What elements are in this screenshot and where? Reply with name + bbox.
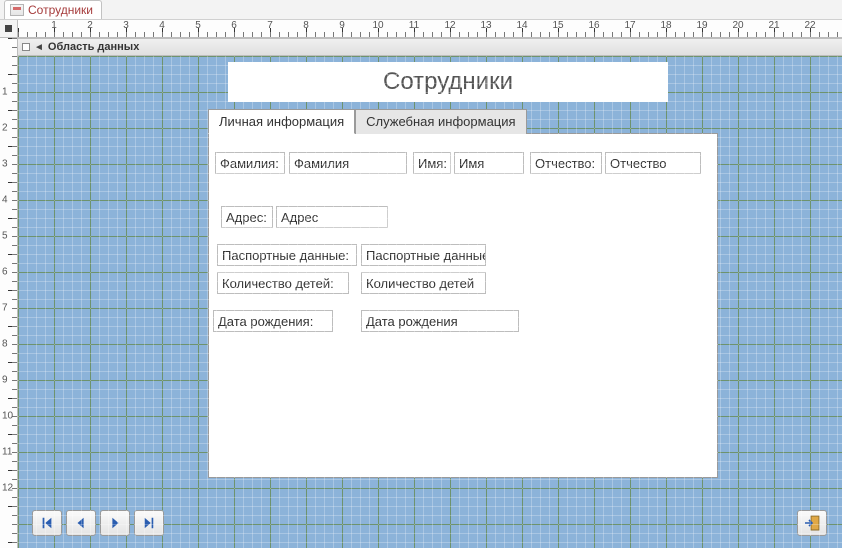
- nav-first-icon: [40, 516, 54, 530]
- window-tabstrip: Сотрудники: [0, 0, 842, 20]
- ruler-h-number: 21: [768, 20, 779, 31]
- label-passport[interactable]: Паспортные данные:: [217, 244, 357, 266]
- ruler-v-number: 9: [2, 375, 8, 386]
- ruler-v-number: 11: [2, 447, 12, 458]
- ruler-h-number: 16: [588, 20, 599, 31]
- nav-next-icon: [108, 516, 122, 530]
- tab-work-info[interactable]: Служебная информация: [355, 109, 526, 134]
- ruler-h-number: 3: [123, 20, 129, 31]
- ruler-h-number: 4: [159, 20, 165, 31]
- field-birthdate[interactable]: Дата рождения: [361, 310, 519, 332]
- design-surface[interactable]: ◄ Область данных Сотрудники Личная инфор…: [18, 38, 842, 548]
- ruler-h-number: 22: [804, 20, 815, 31]
- tab-personal-info[interactable]: Личная информация: [208, 109, 355, 134]
- ruler-h-number: 10: [372, 20, 383, 31]
- ruler-h-number: 13: [480, 20, 491, 31]
- ruler-v-number: 5: [2, 231, 8, 242]
- form-icon: [10, 4, 24, 16]
- label-children-count[interactable]: Количество детей:: [217, 272, 349, 294]
- close-form-button[interactable]: [797, 510, 827, 536]
- field-surname[interactable]: Фамилия: [289, 152, 407, 174]
- nav-first-button[interactable]: [32, 510, 62, 536]
- ruler-h-number: 14: [516, 20, 527, 31]
- close-door-icon: [804, 515, 820, 531]
- section-handle-icon: [22, 43, 30, 51]
- design-view: 12345678910111213141516171819202122 1234…: [0, 20, 842, 548]
- detail-section-label: Область данных: [48, 41, 139, 53]
- nav-prev-icon: [74, 516, 88, 530]
- ruler-v-number: 3: [2, 159, 8, 170]
- detail-section-body[interactable]: Сотрудники Личная информация Служебная и…: [18, 56, 842, 548]
- tab-page-personal[interactable]: Фамилия: Фамилия Имя: Имя Отчество: Отче…: [208, 133, 718, 478]
- ruler-h-number: 15: [552, 20, 563, 31]
- field-address[interactable]: Адрес: [276, 206, 388, 228]
- label-address[interactable]: Адрес:: [221, 206, 273, 228]
- tab-headers: Личная информация Служебная информация: [208, 108, 718, 133]
- ruler-v-number: 8: [2, 339, 8, 350]
- ruler-h-number: 7: [267, 20, 273, 31]
- ruler-v-number: 2: [2, 123, 8, 134]
- ruler-corner-selector[interactable]: [0, 20, 18, 38]
- window-tab-employees[interactable]: Сотрудники: [4, 0, 102, 19]
- section-chevron-icon: ◄: [34, 42, 44, 53]
- ruler-h-number: 20: [732, 20, 743, 31]
- label-surname[interactable]: Фамилия:: [215, 152, 285, 174]
- ruler-v-number: 10: [2, 411, 13, 422]
- ruler-h-number: 18: [660, 20, 671, 31]
- ruler-h-number: 6: [231, 20, 237, 31]
- nav-next-button[interactable]: [100, 510, 130, 536]
- nav-last-button[interactable]: [134, 510, 164, 536]
- tab-control[interactable]: Личная информация Служебная информация Ф…: [208, 108, 718, 478]
- ruler-h-number: 1: [51, 20, 57, 31]
- ruler-h-number: 2: [87, 20, 93, 31]
- field-children-count[interactable]: Количество детей: [361, 272, 486, 294]
- ruler-h-ticks: [18, 20, 842, 37]
- record-nav-panel: [32, 510, 164, 536]
- ruler-h-number: 5: [195, 20, 201, 31]
- ruler-v-ticks: [0, 38, 17, 548]
- field-patronymic[interactable]: Отчество: [605, 152, 701, 174]
- field-name[interactable]: Имя: [454, 152, 524, 174]
- ruler-v-number: 12: [2, 483, 13, 494]
- nav-prev-button[interactable]: [66, 510, 96, 536]
- nav-last-icon: [142, 516, 156, 530]
- ruler-h-number: 17: [624, 20, 635, 31]
- ruler-horizontal[interactable]: 12345678910111213141516171819202122: [18, 20, 842, 38]
- ruler-v-number: 1: [2, 87, 8, 98]
- ruler-v-number: 6: [2, 267, 8, 278]
- ruler-h-number: 19: [696, 20, 707, 31]
- label-patronymic[interactable]: Отчество:: [530, 152, 602, 174]
- form-title-label[interactable]: Сотрудники: [228, 62, 668, 102]
- label-birthdate[interactable]: Дата рождения:: [213, 310, 333, 332]
- window-tab-label: Сотрудники: [28, 3, 93, 17]
- detail-section-header[interactable]: ◄ Область данных: [18, 38, 842, 56]
- ruler-h-number: 11: [409, 20, 419, 31]
- label-name[interactable]: Имя:: [413, 152, 451, 174]
- ruler-vertical[interactable]: 123456789101112: [0, 38, 18, 548]
- field-passport[interactable]: Паспортные данные: [361, 244, 486, 266]
- ruler-v-number: 7: [2, 303, 8, 314]
- ruler-h-number: 8: [303, 20, 309, 31]
- ruler-h-number: 9: [339, 20, 345, 31]
- ruler-h-number: 12: [444, 20, 455, 31]
- ruler-v-number: 4: [2, 195, 8, 206]
